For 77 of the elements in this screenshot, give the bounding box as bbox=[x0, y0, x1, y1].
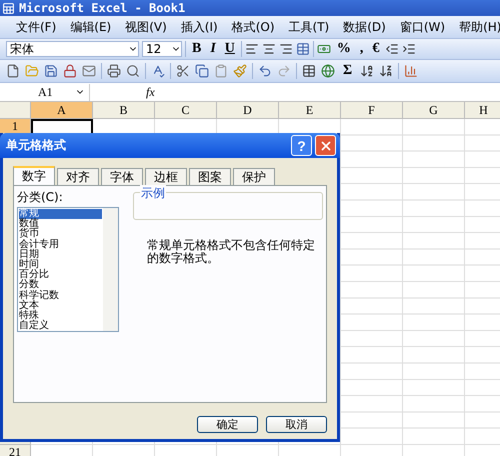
cut-icon[interactable] bbox=[176, 64, 190, 78]
ok-button[interactable]: 确定 bbox=[197, 416, 258, 433]
brush-icon[interactable] bbox=[233, 64, 247, 78]
sort-ascending-icon[interactable] bbox=[360, 64, 374, 78]
list-item[interactable]: 日期 bbox=[19, 250, 102, 260]
sample-label: 示例 bbox=[140, 185, 166, 202]
column-header[interactable]: C bbox=[155, 102, 217, 119]
decrease-indent-icon[interactable] bbox=[385, 42, 400, 56]
column-header[interactable]: E bbox=[279, 102, 341, 119]
close-button[interactable] bbox=[315, 135, 336, 156]
search-icon[interactable] bbox=[126, 64, 140, 78]
undo-icon[interactable] bbox=[258, 64, 272, 78]
menu-item[interactable]: 数据(D) bbox=[339, 18, 390, 36]
spelling-icon[interactable] bbox=[151, 64, 165, 78]
spreadsheet-icon bbox=[2, 2, 15, 14]
merge-cells-icon[interactable] bbox=[296, 42, 310, 56]
column-header[interactable]: G bbox=[403, 102, 465, 119]
window-title: Microsoft Excel - Book1 bbox=[19, 1, 186, 15]
list-item[interactable]: 科学记数 bbox=[19, 290, 102, 301]
column-header[interactable]: B bbox=[93, 102, 155, 119]
menu-item[interactable]: 编辑(E) bbox=[66, 18, 116, 36]
column-header[interactable]: D bbox=[217, 102, 279, 119]
new-file-icon[interactable] bbox=[6, 64, 20, 78]
close-icon bbox=[318, 138, 332, 152]
number-format-button[interactable]: € bbox=[369, 41, 382, 57]
mail-icon[interactable] bbox=[82, 64, 96, 78]
menu-item[interactable]: 文件(F) bbox=[12, 18, 60, 36]
align-right-icon[interactable] bbox=[278, 42, 293, 56]
column-header[interactable]: A bbox=[31, 102, 93, 119]
permission-icon[interactable] bbox=[63, 64, 77, 78]
currency-icon[interactable] bbox=[316, 42, 331, 56]
tab[interactable]: 保护 bbox=[233, 168, 275, 185]
name-box[interactable]: A1 bbox=[0, 84, 90, 100]
description-text: 常规单元格格式不包含任何特定的数字格式。 bbox=[147, 239, 316, 265]
row-header[interactable]: 21 bbox=[0, 444, 31, 456]
list-item[interactable]: 百分比 bbox=[19, 270, 102, 280]
chart-icon[interactable] bbox=[404, 64, 418, 78]
style-button[interactable]: U bbox=[222, 41, 238, 57]
function-button[interactable]: fx bbox=[146, 84, 155, 100]
category-label: 分类(C): bbox=[17, 189, 64, 206]
list-item[interactable]: 自定义 bbox=[19, 321, 102, 332]
increase-indent-icon[interactable] bbox=[402, 42, 416, 56]
tab[interactable]: 边框 bbox=[145, 168, 187, 185]
list-item[interactable]: 会计专用 bbox=[19, 240, 102, 250]
tab[interactable]: 对齐 bbox=[57, 168, 99, 185]
number-format-button[interactable]: % bbox=[334, 41, 354, 57]
tab[interactable]: 图案 bbox=[189, 168, 231, 185]
menu-item[interactable]: 格式(O) bbox=[228, 18, 279, 36]
globe-icon[interactable] bbox=[321, 64, 335, 78]
menu-item[interactable]: 窗口(W) bbox=[396, 18, 450, 36]
list-item[interactable]: 文本 bbox=[19, 300, 102, 311]
column-header[interactable]: F bbox=[341, 102, 403, 119]
help-button[interactable]: ? bbox=[291, 135, 312, 156]
menu-item[interactable]: 工具(T) bbox=[284, 18, 334, 36]
save-icon[interactable] bbox=[44, 64, 58, 78]
font-dropdown[interactable]: 宋体 bbox=[6, 41, 139, 57]
cancel-button[interactable]: 取消 bbox=[266, 416, 327, 433]
menu-item[interactable]: 插入(I) bbox=[176, 18, 222, 36]
autosum-button[interactable]: Σ bbox=[340, 63, 356, 79]
column-header[interactable]: H bbox=[465, 102, 500, 119]
dialog-title: 单元格格式 bbox=[6, 137, 67, 154]
table-icon[interactable] bbox=[302, 64, 316, 78]
align-center-icon[interactable] bbox=[262, 42, 276, 56]
style-button[interactable]: B bbox=[189, 41, 204, 57]
tab[interactable]: 字体 bbox=[101, 168, 143, 185]
align-left-icon[interactable] bbox=[244, 42, 259, 56]
font-size-dropdown[interactable]: 12 bbox=[142, 41, 182, 57]
list-item[interactable]: 分数 bbox=[19, 280, 102, 290]
list-item[interactable]: 货币 bbox=[19, 229, 102, 240]
menu-item[interactable]: 视图(V) bbox=[121, 18, 171, 36]
style-button[interactable]: I bbox=[207, 41, 219, 57]
print-icon[interactable] bbox=[107, 64, 121, 78]
scrollbar[interactable] bbox=[103, 208, 118, 331]
number-format-button[interactable]: , bbox=[356, 41, 366, 57]
sort-descending-icon[interactable] bbox=[379, 64, 394, 78]
tab[interactable]: 数字 bbox=[13, 166, 55, 185]
copy-icon[interactable] bbox=[195, 64, 209, 78]
